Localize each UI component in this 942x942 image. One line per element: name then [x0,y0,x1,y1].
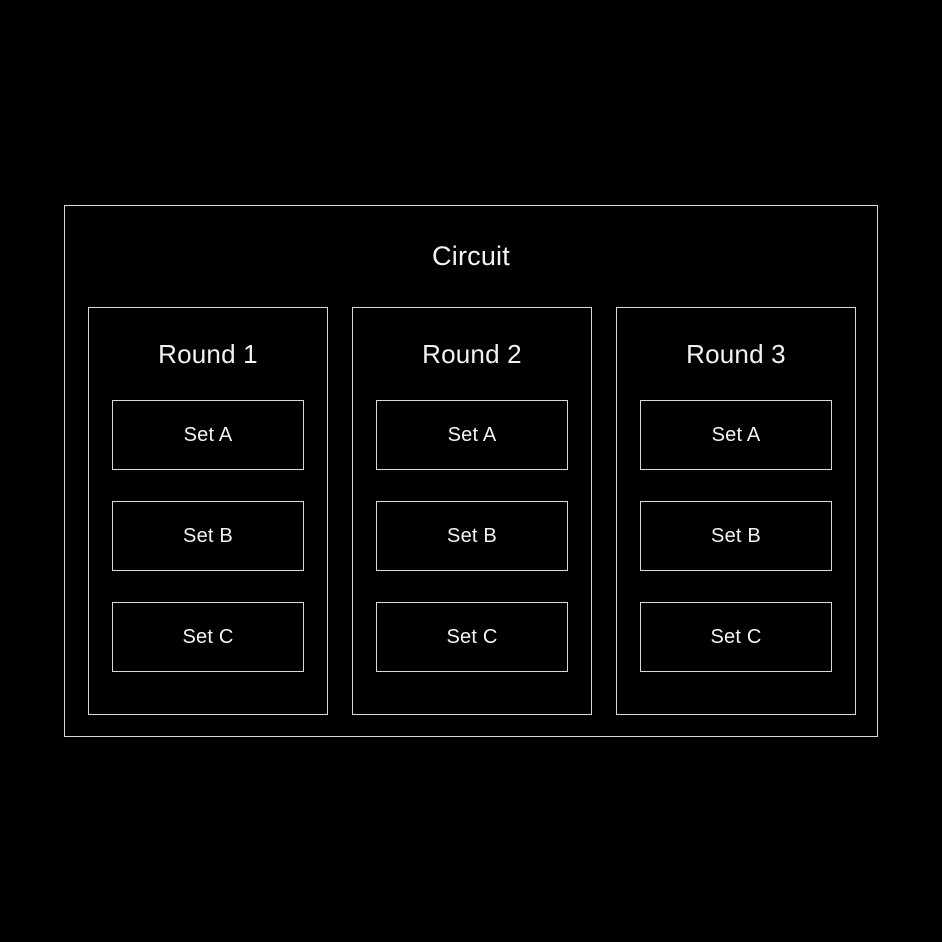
round-container-3[interactable]: Round 3 Set A Set B Set C [616,307,856,715]
set-box-1-b[interactable]: Set B [112,501,304,571]
set-box-2-a[interactable]: Set A [376,400,568,470]
set-box-3-c[interactable]: Set C [640,602,832,672]
round-title-2: Round 2 [422,339,522,369]
sets-group-2: Set A Set B Set C [353,400,591,714]
set-box-1-c[interactable]: Set C [112,602,304,672]
circuit-container: Circuit Round 1 Set A Set B Set C Round … [64,205,878,737]
set-box-1-a[interactable]: Set A [112,400,304,470]
sets-group-1: Set A Set B Set C [89,400,327,714]
round-title-1: Round 1 [158,339,258,369]
round-title-3: Round 3 [686,339,786,369]
set-box-3-a[interactable]: Set A [640,400,832,470]
round-container-1[interactable]: Round 1 Set A Set B Set C [88,307,328,715]
set-box-2-b[interactable]: Set B [376,501,568,571]
set-box-3-b[interactable]: Set B [640,501,832,571]
canvas: Circuit Round 1 Set A Set B Set C Round … [0,0,942,942]
round-container-2[interactable]: Round 2 Set A Set B Set C [352,307,592,715]
sets-group-3: Set A Set B Set C [617,400,855,714]
set-box-2-c[interactable]: Set C [376,602,568,672]
circuit-title: Circuit [432,241,510,271]
rounds-row: Round 1 Set A Set B Set C Round 2 Set A … [88,307,856,715]
